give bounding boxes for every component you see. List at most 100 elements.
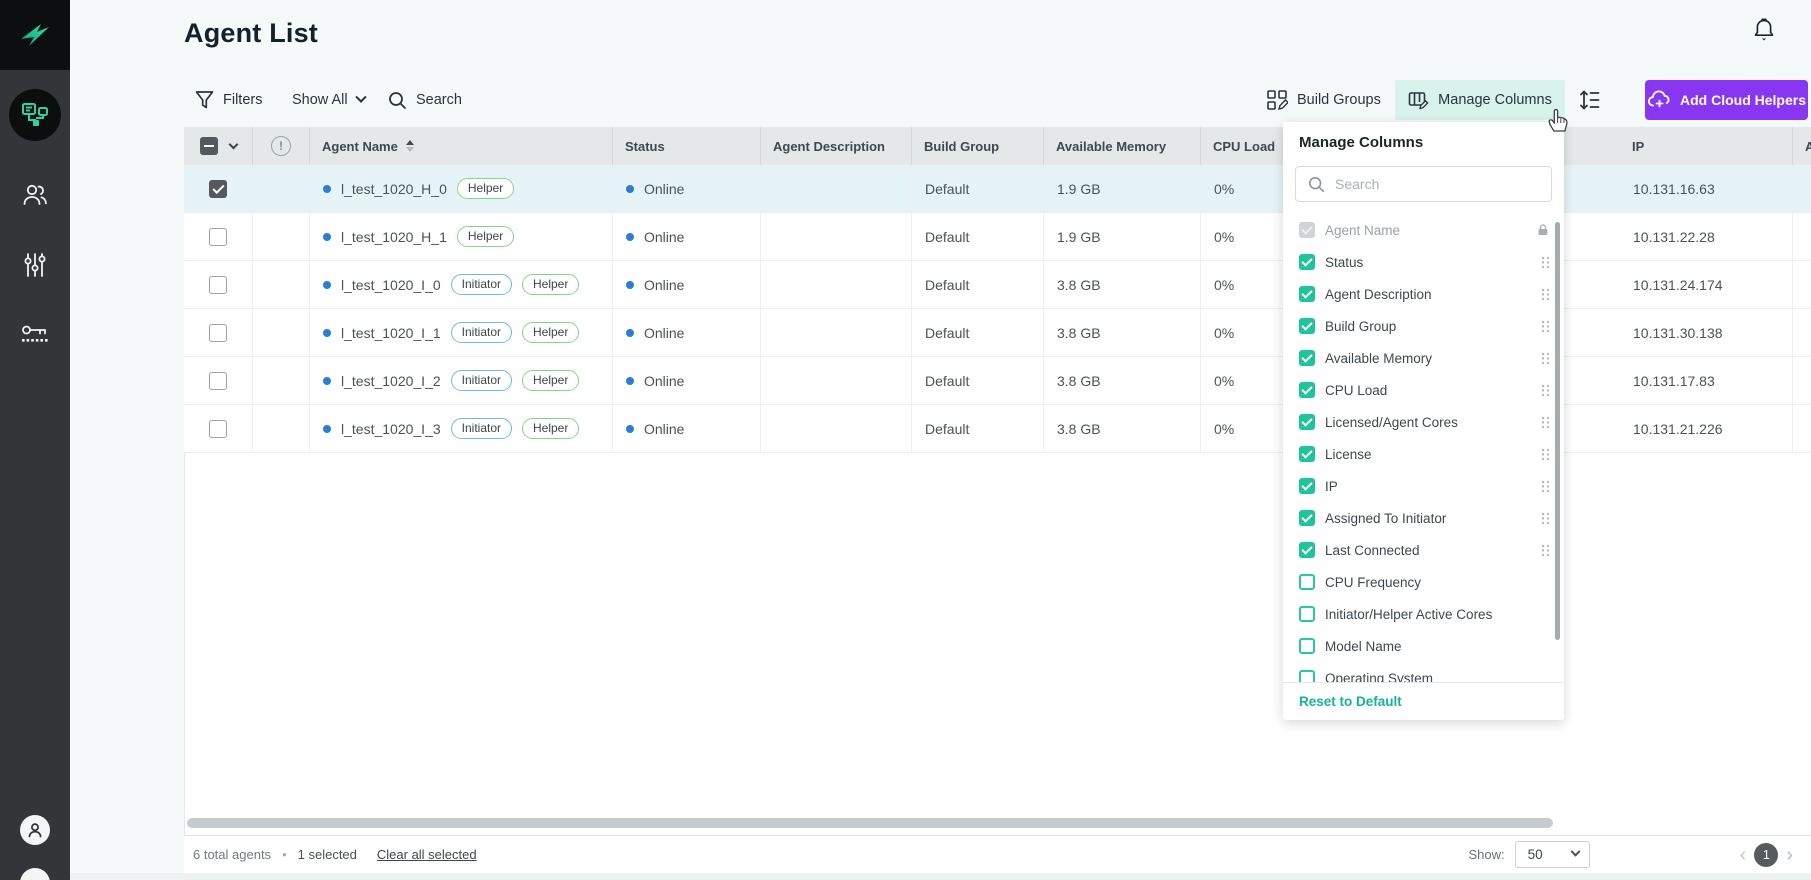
row-checkbox[interactable] — [209, 372, 227, 390]
column-toggle-license[interactable]: License — [1283, 438, 1564, 470]
checkbox-checked[interactable] — [1299, 254, 1315, 270]
row-checkbox[interactable] — [209, 420, 227, 438]
column-toggle-last-connected[interactable]: Last Connected — [1283, 534, 1564, 566]
clear-all-selected-link[interactable]: Clear all selected — [377, 847, 477, 862]
build-group-header[interactable]: Build Group — [912, 127, 1044, 165]
table-row[interactable]: l_test_1020_I_1 Initiator Helper Online … — [184, 309, 1811, 357]
initiator-badge: Initiator — [451, 274, 512, 295]
reset-to-default-link[interactable]: Reset to Default — [1299, 694, 1402, 709]
agent-description-header[interactable]: Agent Description — [761, 127, 912, 165]
drag-handle-icon[interactable] — [1541, 320, 1550, 333]
status-text: Online — [644, 277, 684, 293]
column-toggle-status[interactable]: Status — [1283, 246, 1564, 278]
description-cell — [761, 309, 912, 356]
row-checkbox[interactable] — [209, 276, 227, 294]
next-page-button[interactable]: › — [1786, 845, 1793, 865]
table-row[interactable]: l_test_1020_H_1 Helper Online Default 1.… — [184, 213, 1811, 261]
select-all-checkbox[interactable] — [200, 137, 218, 155]
chevron-down-icon — [355, 92, 366, 103]
table-row[interactable]: l_test_1020_I_0 Initiator Helper Online … — [184, 261, 1811, 309]
checkbox-checked[interactable] — [1299, 414, 1315, 430]
checkbox-checked[interactable] — [1299, 478, 1315, 494]
column-toggle-licensed-agent-cores[interactable]: Licensed/Agent Cores — [1283, 406, 1564, 438]
agent-status-dot — [323, 185, 331, 193]
manage-columns-panel: Manage Columns Agent Name Status — [1283, 122, 1564, 720]
column-toggle-build-group[interactable]: Build Group — [1283, 310, 1564, 342]
checkbox-checked[interactable] — [1299, 446, 1315, 462]
row-density-button[interactable] — [1578, 80, 1602, 120]
assigned-to-initiator-header[interactable]: Assigned To Initiator — [1793, 127, 1811, 165]
column-toggle-operating-system[interactable]: Operating System — [1283, 662, 1564, 682]
sort-carets-icon[interactable] — [406, 140, 414, 152]
drag-handle-icon[interactable] — [1541, 544, 1550, 557]
secondary-avatar[interactable] — [20, 868, 50, 880]
column-label: Initiator/Helper Active Cores — [1325, 607, 1550, 622]
checkbox-checked[interactable] — [1299, 318, 1315, 334]
column-toggle-model-name[interactable]: Model Name — [1283, 630, 1564, 662]
drag-handle-icon[interactable] — [1541, 384, 1550, 397]
column-toggle-agent-description[interactable]: Agent Description — [1283, 278, 1564, 310]
add-cloud-helpers-button[interactable]: Add Cloud Helpers — [1645, 80, 1808, 120]
drag-handle-icon[interactable] — [1541, 448, 1550, 461]
build-groups-button[interactable]: Build Groups — [1266, 80, 1381, 120]
drag-handle-icon[interactable] — [1541, 288, 1550, 301]
panel-search-box[interactable] — [1295, 166, 1552, 202]
prev-page-button[interactable]: ‹ — [1740, 845, 1747, 865]
column-toggle-assigned-to-initiator[interactable]: Assigned To Initiator — [1283, 502, 1564, 534]
checkbox-checked[interactable] — [1299, 286, 1315, 302]
checkbox-unchecked[interactable] — [1299, 638, 1315, 654]
page-size-select[interactable]: 50 — [1515, 841, 1590, 868]
current-page-indicator[interactable]: 1 — [1754, 843, 1778, 867]
sidebar-item-users[interactable] — [0, 167, 70, 223]
checkbox-unchecked[interactable] — [1299, 670, 1315, 682]
panel-search-input[interactable] — [1335, 176, 1525, 192]
row-checkbox[interactable] — [209, 180, 227, 198]
ip-header[interactable]: IP — [1620, 127, 1793, 165]
sidebar-item-agents[interactable] — [9, 89, 61, 141]
description-cell — [761, 213, 912, 260]
column-label: Available Memory — [1325, 351, 1531, 366]
notifications-button[interactable] — [1750, 16, 1780, 46]
user-avatar[interactable] — [20, 815, 50, 845]
table-row[interactable]: l_test_1020_I_3 Initiator Helper Online … — [184, 405, 1811, 453]
sidebar-item-license[interactable] — [0, 307, 70, 363]
filters-button[interactable]: Filters — [195, 80, 262, 120]
drag-handle-icon[interactable] — [1541, 256, 1550, 269]
row-checkbox[interactable] — [209, 228, 227, 246]
description-cell — [761, 165, 912, 212]
checkbox-unchecked[interactable] — [1299, 574, 1315, 590]
table-row[interactable]: l_test_1020_I_2 Initiator Helper Online … — [184, 357, 1811, 405]
row-alert-cell — [253, 309, 310, 356]
panel-scrollbar[interactable] — [1555, 222, 1560, 640]
page-size-value: 50 — [1528, 847, 1543, 862]
horizontal-scrollbar[interactable] — [187, 818, 1553, 828]
app-logo[interactable] — [0, 0, 70, 70]
drag-handle-icon[interactable] — [1541, 512, 1550, 525]
memory-cell: 3.8 GB — [1044, 405, 1201, 452]
column-toggle-cpu-frequency[interactable]: CPU Frequency — [1283, 566, 1564, 598]
sidebar-item-settings[interactable] — [0, 237, 70, 293]
available-memory-header[interactable]: Available Memory — [1044, 127, 1201, 165]
checkbox-checked[interactable] — [1299, 542, 1315, 558]
row-checkbox[interactable] — [209, 324, 227, 342]
checkbox-checked[interactable] — [1299, 382, 1315, 398]
brand-logo-icon — [17, 17, 53, 53]
show-filter-dropdown[interactable]: Show All — [292, 80, 365, 120]
column-toggle-ip[interactable]: IP — [1283, 470, 1564, 502]
agent-name-header[interactable]: Agent Name — [310, 127, 613, 165]
status-header[interactable]: Status — [613, 127, 761, 165]
column-toggle-cpu-load[interactable]: CPU Load — [1283, 374, 1564, 406]
checkbox-checked[interactable] — [1299, 350, 1315, 366]
manage-columns-button[interactable]: Manage Columns — [1395, 80, 1565, 120]
drag-handle-icon[interactable] — [1541, 480, 1550, 493]
column-toggle-available-memory[interactable]: Available Memory — [1283, 342, 1564, 374]
checkbox-unchecked[interactable] — [1299, 606, 1315, 622]
drag-handle-icon[interactable] — [1541, 352, 1550, 365]
checkbox-checked[interactable] — [1299, 510, 1315, 526]
column-toggle-initiator-helper-active-cores[interactable]: Initiator/Helper Active Cores — [1283, 598, 1564, 630]
build-group-cell: Default — [912, 165, 1044, 212]
drag-handle-icon[interactable] — [1541, 416, 1550, 429]
search-button[interactable]: Search — [388, 80, 462, 120]
selection-menu-chevron-icon[interactable] — [228, 139, 238, 149]
table-row[interactable]: l_test_1020_H_0 Helper Online Default 1.… — [184, 165, 1811, 213]
